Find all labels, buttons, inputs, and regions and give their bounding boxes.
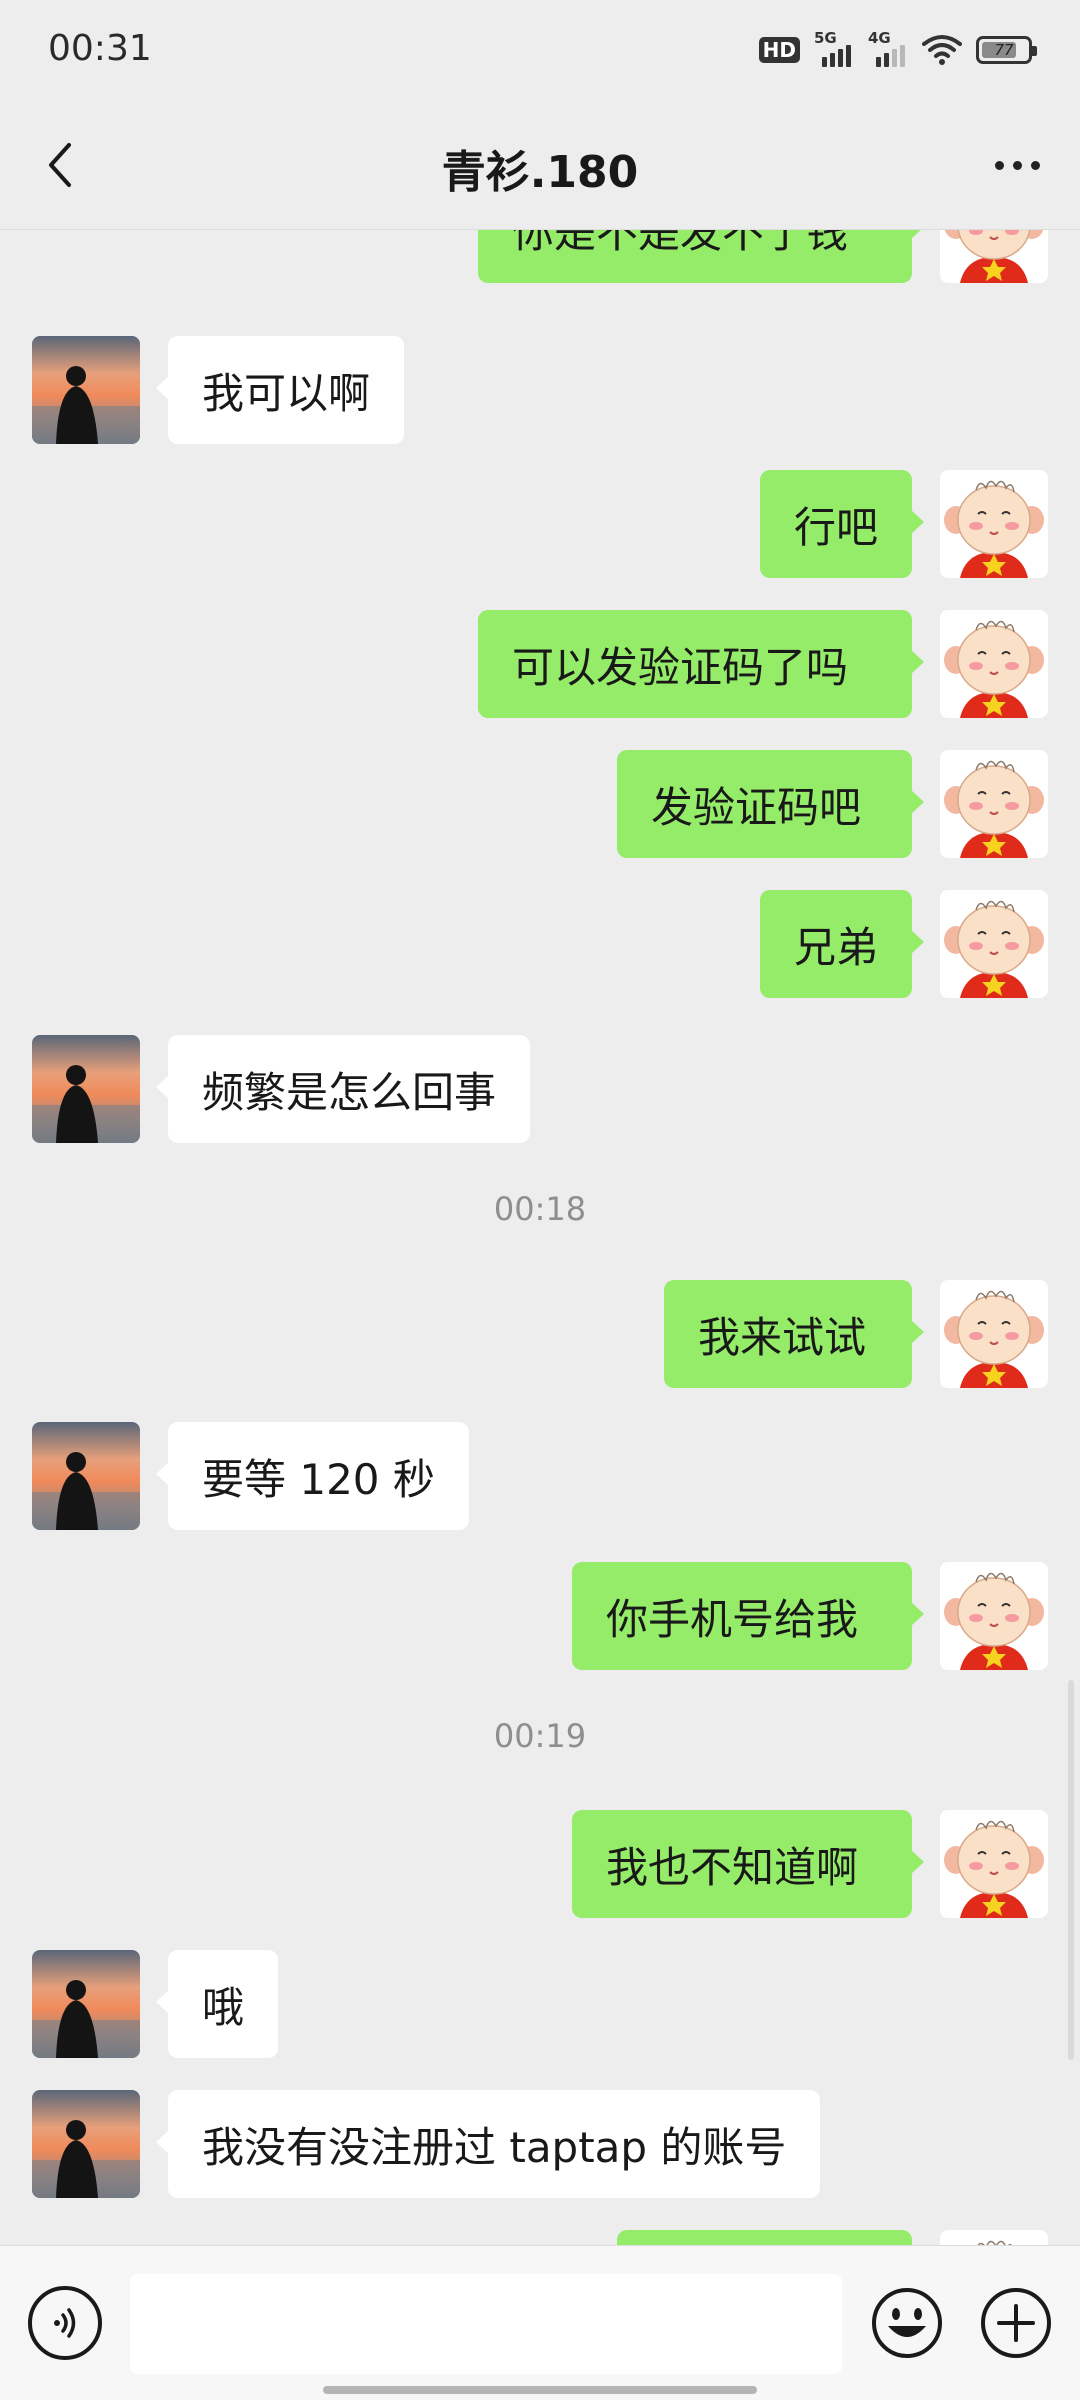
sent-message: 我来试试 — [0, 1280, 1080, 1388]
voice-button[interactable] — [28, 2286, 102, 2360]
message-bubble[interactable]: 你手机号给我 — [572, 1562, 924, 1670]
message-bubble[interactable]: 可以发验证码了吗 — [478, 610, 924, 718]
battery-icon: 77 — [976, 36, 1037, 64]
my-avatar[interactable] — [940, 750, 1048, 858]
my-avatar[interactable] — [940, 890, 1048, 998]
hd-icon: HD — [758, 37, 800, 63]
message-list[interactable]: 你是不是发不了钱我可以啊行吧可以发验证码了吗发验证码吧兄弟频繁是怎么回事 00:1… — [0, 230, 1080, 2245]
status-icons: HD 5G 4G 77 — [758, 29, 1037, 70]
message-bubble[interactable]: 发验证码吧 — [617, 750, 924, 858]
my-avatar[interactable] — [940, 1562, 1048, 1670]
sent-message: 可以发验证码了吗 — [0, 610, 1080, 718]
my-avatar[interactable] — [940, 2230, 1048, 2245]
contact-avatar[interactable] — [32, 1422, 140, 1530]
status-time: 00:31 — [48, 28, 152, 69]
message-bubble[interactable]: 哦 — [155, 1950, 279, 2058]
more-button[interactable] — [984, 135, 1050, 195]
message-bubble[interactable] — [617, 2230, 912, 2245]
sent-message: 我也不知道啊 — [0, 1810, 1080, 1918]
home-indicator[interactable] — [323, 2386, 757, 2394]
status-bar: 00:31 HD 5G 4G 77 — [0, 0, 1080, 100]
my-avatar[interactable] — [940, 610, 1048, 718]
sent-message: 你手机号给我 — [0, 1562, 1080, 1670]
message-input[interactable] — [130, 2274, 842, 2374]
sent-message — [0, 2230, 1080, 2245]
message-bubble[interactable]: 要等 120 秒 — [156, 1422, 469, 1530]
sent-message: 发验证码吧 — [0, 750, 1080, 858]
more-dot — [1030, 160, 1040, 170]
my-avatar[interactable] — [940, 1810, 1048, 1918]
my-avatar[interactable] — [940, 230, 1048, 283]
message-bubble[interactable]: 我来试试 — [664, 1280, 924, 1388]
voice-icon — [54, 2308, 76, 2338]
message-bubble[interactable]: 我也不知道啊 — [572, 1810, 924, 1918]
emoji-icon — [872, 2288, 942, 2358]
signal-5g-icon: 5G — [814, 29, 854, 67]
message-bubble[interactable]: 我没有没注册过 taptap 的账号 — [155, 2090, 821, 2198]
contact-avatar[interactable] — [32, 1950, 140, 2058]
more-dot — [994, 160, 1004, 170]
sent-message: 行吧 — [0, 470, 1080, 578]
received-message: 要等 120 秒 — [0, 1422, 1080, 1530]
emoji-button[interactable] — [870, 2286, 944, 2360]
received-message: 哦 — [0, 1950, 1080, 2058]
contact-avatar[interactable] — [32, 336, 140, 444]
wifi-icon — [922, 35, 962, 65]
message-bubble[interactable]: 我可以啊 — [155, 336, 405, 444]
plus-button[interactable] — [979, 2286, 1053, 2360]
my-avatar[interactable] — [940, 1280, 1048, 1388]
signal-4g-icon: 4G — [868, 29, 908, 67]
message-bubble[interactable]: 频繁是怎么回事 — [155, 1035, 531, 1143]
contact-avatar[interactable] — [32, 1035, 140, 1143]
message-bubble[interactable]: 兄弟 — [759, 890, 925, 998]
message-bubble[interactable]: 你是不是发不了钱 — [478, 230, 924, 283]
message-timestamp: 00:18 — [493, 1190, 587, 1228]
message-bubble[interactable]: 行吧 — [759, 470, 925, 578]
received-message: 我可以啊 — [0, 336, 1080, 444]
sent-message: 你是不是发不了钱 — [0, 230, 1080, 283]
message-timestamp: 00:19 — [493, 1717, 587, 1755]
received-message: 频繁是怎么回事 — [0, 1035, 1080, 1143]
plus-icon — [981, 2288, 1051, 2358]
chat-title: 青衫.180 — [441, 147, 639, 198]
sent-message: 兄弟 — [0, 890, 1080, 998]
my-avatar[interactable] — [940, 470, 1048, 578]
battery-text: 77 — [994, 41, 1014, 59]
contact-avatar[interactable] — [32, 2090, 140, 2198]
chat-header: 青衫.180 — [0, 100, 1080, 230]
received-message: 我没有没注册过 taptap 的账号 — [0, 2090, 1080, 2198]
input-bar — [0, 2245, 1080, 2400]
more-dot — [1012, 160, 1022, 170]
